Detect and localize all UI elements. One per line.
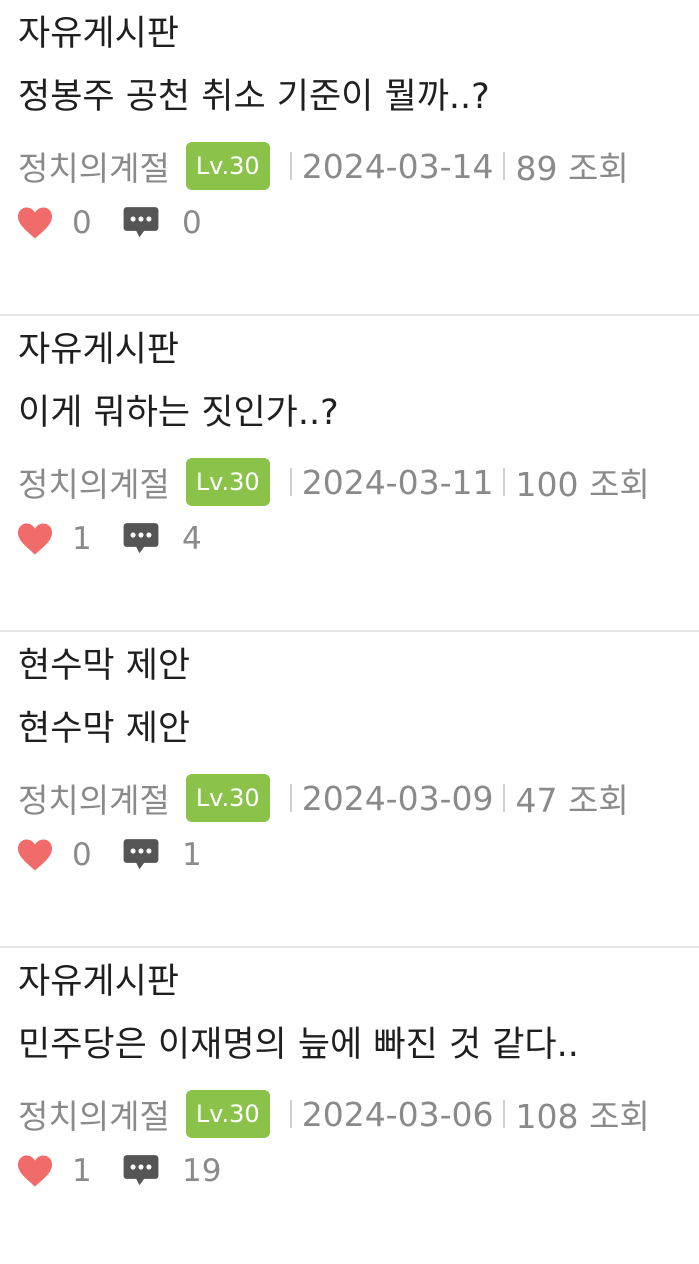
- post-meta: 정치의계절 Lv.30 2024-03-09 47 조회: [18, 773, 629, 823]
- post-stats: 1 4: [16, 517, 232, 561]
- post-title[interactable]: 민주당은 이재명의 늪에 빠진 것 같다..: [18, 1025, 579, 1065]
- post-title[interactable]: 현수막 제안: [18, 709, 190, 749]
- post-stats: 0 1: [16, 833, 232, 877]
- meta-divider: [503, 152, 506, 180]
- post-date: 2024-03-09: [301, 778, 494, 818]
- post-category: 자유게시판: [18, 962, 180, 1002]
- meta-divider: [289, 468, 292, 496]
- meta-divider: [289, 1100, 292, 1128]
- meta-divider: [503, 784, 506, 812]
- post-meta: 정치의계절 Lv.30 2024-03-11 100 조회: [18, 457, 650, 507]
- post-stats: 1 19: [16, 1149, 235, 1193]
- heart-icon[interactable]: [16, 838, 54, 872]
- post-date: 2024-03-06: [301, 1094, 494, 1134]
- like-count: 1: [72, 521, 92, 557]
- meta-divider: [289, 152, 292, 180]
- like-count: 0: [72, 205, 92, 241]
- post-item[interactable]: 자유게시판 이게 뭐하는 짓인가..? 정치의계절 Lv.30 2024-03-…: [0, 316, 699, 632]
- post-views: 47 조회: [515, 781, 629, 820]
- post-category: 현수막 제안: [18, 646, 191, 686]
- comment-count: 4: [182, 521, 202, 557]
- post-category: 자유게시판: [18, 14, 180, 54]
- post-item[interactable]: 자유게시판 정봉주 공천 취소 기준이 뭘까..? 정치의계절 Lv.30 20…: [0, 0, 699, 316]
- level-badge: Lv.30: [185, 774, 270, 822]
- comment-icon[interactable]: [122, 1152, 160, 1190]
- heart-icon[interactable]: [16, 1154, 54, 1188]
- post-author[interactable]: 정치의계절: [18, 458, 170, 506]
- post-meta: 정치의계절 Lv.30 2024-03-14 89 조회: [18, 141, 629, 191]
- post-author[interactable]: 정치의계절: [18, 774, 170, 822]
- comment-count: 0: [182, 205, 202, 241]
- level-badge: Lv.30: [185, 1090, 270, 1138]
- like-count: 0: [72, 837, 92, 873]
- comment-count: 19: [182, 1153, 222, 1189]
- post-views: 89 조회: [515, 149, 629, 188]
- post-views: 108 조회: [515, 1097, 650, 1136]
- post-title[interactable]: 정봉주 공천 취소 기준이 뭘까..?: [18, 77, 490, 117]
- heart-icon[interactable]: [16, 206, 54, 240]
- like-count: 1: [72, 1153, 92, 1189]
- post-date: 2024-03-14: [301, 146, 494, 186]
- heart-icon[interactable]: [16, 522, 54, 556]
- post-title[interactable]: 이게 뭐하는 짓인가..?: [18, 393, 339, 433]
- post-category: 자유게시판: [18, 330, 180, 370]
- meta-divider: [289, 784, 292, 812]
- post-author[interactable]: 정치의계절: [18, 1090, 170, 1138]
- level-badge: Lv.30: [185, 142, 270, 190]
- comment-icon[interactable]: [122, 836, 160, 874]
- level-badge: Lv.30: [185, 458, 270, 506]
- post-views: 100 조회: [515, 465, 650, 504]
- comment-icon[interactable]: [122, 520, 160, 558]
- comment-icon[interactable]: [122, 204, 160, 242]
- post-stats: 0 0: [16, 201, 232, 245]
- post-author[interactable]: 정치의계절: [18, 142, 170, 190]
- post-date: 2024-03-11: [301, 462, 494, 502]
- meta-divider: [503, 1100, 506, 1128]
- meta-divider: [503, 468, 506, 496]
- post-item[interactable]: 자유게시판 민주당은 이재명의 늪에 빠진 것 같다.. 정치의계절 Lv.30…: [0, 948, 699, 1264]
- post-meta: 정치의계절 Lv.30 2024-03-06 108 조회: [18, 1089, 650, 1139]
- comment-count: 1: [182, 837, 202, 873]
- post-item[interactable]: 현수막 제안 현수막 제안 정치의계절 Lv.30 2024-03-09 47 …: [0, 632, 699, 948]
